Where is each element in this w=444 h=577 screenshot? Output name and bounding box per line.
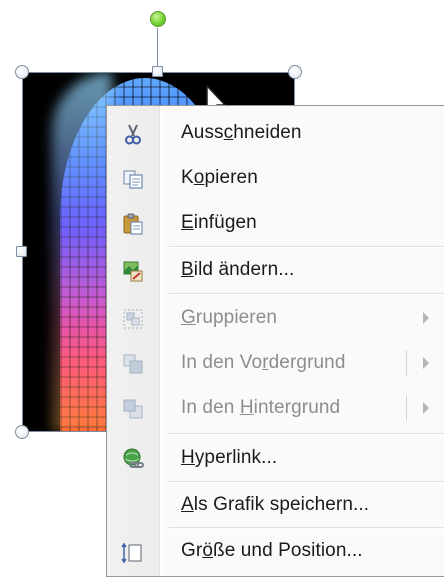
menu-item-send-to-back[interactable]: In den Hintergrund bbox=[107, 386, 444, 430]
hyperlink-icon bbox=[123, 448, 144, 468]
menu-separator bbox=[169, 433, 444, 435]
group-icon bbox=[123, 309, 143, 329]
scissors-icon bbox=[125, 124, 141, 145]
menu-item-save-as-picture[interactable]: Als Grafik speichern... bbox=[107, 483, 444, 527]
change-picture-icon bbox=[123, 261, 143, 282]
menu-item-size-and-position[interactable]: Größe und Position... bbox=[107, 529, 444, 573]
menu-item-cut[interactable]: Ausschneiden bbox=[107, 111, 444, 155]
send-to-back-icon bbox=[123, 399, 143, 419]
menu-separator bbox=[169, 293, 444, 295]
resize-handle-top-left[interactable] bbox=[15, 65, 29, 79]
menu-item-change-picture[interactable]: Bild ändern... bbox=[107, 248, 444, 292]
context-menu: Ausschneiden Kopieren Einfügen Bild ände… bbox=[106, 105, 444, 577]
rotation-handle[interactable] bbox=[150, 11, 166, 27]
size-position-icon bbox=[121, 542, 142, 564]
menu-item-hyperlink[interactable]: Hyperlink... bbox=[107, 436, 444, 480]
resize-handle-top[interactable] bbox=[152, 66, 163, 77]
submenu-arrow-icon[interactable] bbox=[423, 402, 429, 414]
paste-icon bbox=[123, 213, 143, 235]
menu-item-bring-to-front[interactable]: In den Vordergrund bbox=[107, 341, 444, 385]
resize-handle-top-right[interactable] bbox=[288, 65, 302, 79]
submenu-arrow-icon[interactable] bbox=[423, 357, 429, 369]
menu-item-copy[interactable]: Kopieren bbox=[107, 156, 444, 200]
copy-icon bbox=[123, 170, 143, 189]
menu-item-paste[interactable]: Einfügen bbox=[107, 201, 444, 245]
resize-handle-bottom-left[interactable] bbox=[15, 425, 29, 439]
bring-to-front-icon bbox=[123, 354, 143, 374]
menu-item-group[interactable]: Gruppieren bbox=[107, 296, 444, 340]
resize-handle-left[interactable] bbox=[16, 246, 27, 257]
submenu-arrow-icon bbox=[423, 312, 429, 324]
